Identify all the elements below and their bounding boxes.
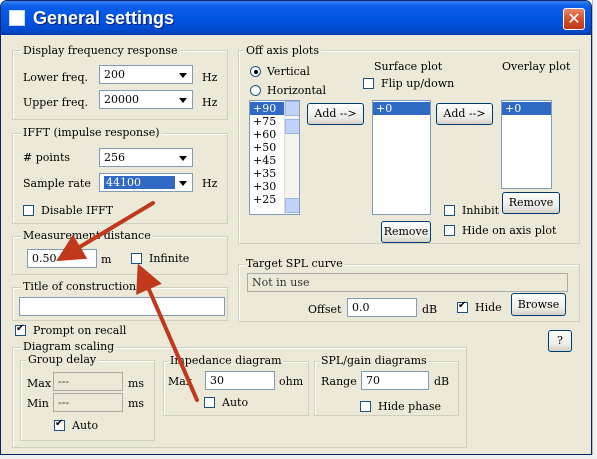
window-title: General settings xyxy=(33,8,175,28)
annotation-arrow xyxy=(56,201,155,262)
background-window-edge xyxy=(592,0,597,459)
dialog-body: Display frequency response Lower freq. 2… xyxy=(1,35,591,454)
annotation-arrow xyxy=(136,263,199,402)
settings-dialog: General settings ✕ Display frequency res… xyxy=(0,0,592,455)
background-bottom-edge xyxy=(0,455,597,459)
close-icon[interactable]: ✕ xyxy=(563,8,585,30)
annotation-overlay xyxy=(56,201,199,402)
window-icon xyxy=(9,10,25,26)
title-bar[interactable]: General settings ✕ xyxy=(1,1,591,35)
